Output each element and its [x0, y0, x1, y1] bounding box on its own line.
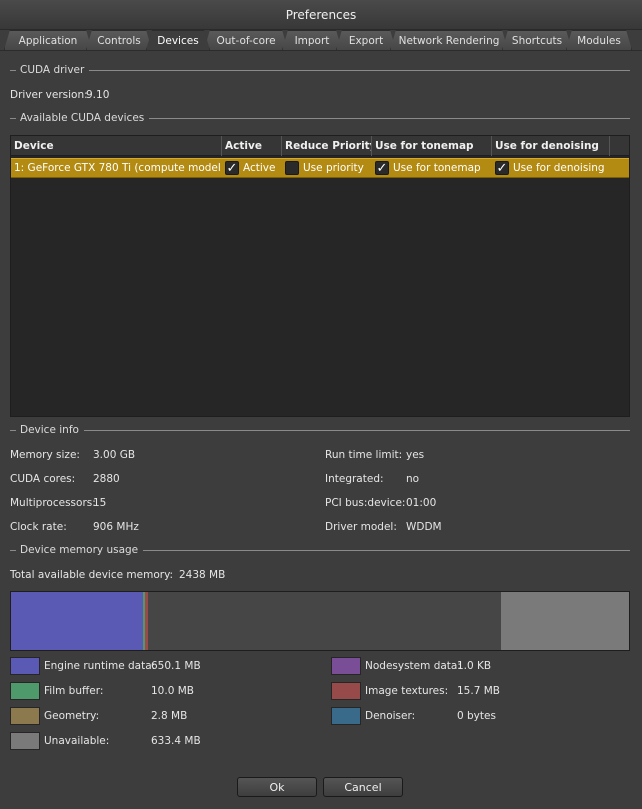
- denoiser-value: 0 bytes: [457, 710, 496, 722]
- tab-out-of-core[interactable]: Out-of-core: [204, 30, 288, 50]
- denoiser-swatch: [331, 707, 361, 725]
- pci-bus-value: 01:00: [406, 497, 437, 509]
- engine-runtime-value: 650.1 MB: [151, 660, 201, 672]
- driver-model-value: WDDM: [406, 521, 442, 533]
- nodesystem-label: Nodesystem data:: [365, 660, 461, 672]
- section-title: CUDA driver: [20, 64, 85, 76]
- active-checkbox[interactable]: ✓: [225, 161, 239, 175]
- run-time-limit-value: yes: [406, 449, 425, 461]
- tab-devices[interactable]: Devices: [146, 30, 210, 50]
- film-buffer-label: Film buffer:: [44, 685, 104, 697]
- tab-application[interactable]: Application: [4, 30, 92, 50]
- memory-size-label: Memory size:: [10, 449, 80, 461]
- active-checkbox-label: Active: [243, 162, 276, 174]
- denoiser-label: Denoiser:: [365, 710, 416, 722]
- cuda-driver-section-header: CUDA driver: [10, 63, 630, 77]
- geometry-value: 2.8 MB: [151, 710, 188, 722]
- active-cell: ✓ Active: [222, 159, 282, 177]
- tab-shortcuts[interactable]: Shortcuts: [502, 30, 572, 50]
- unavailable-value: 633.4 MB: [151, 735, 201, 747]
- column-header-reduce-priority[interactable]: Reduce Priority: [282, 136, 372, 156]
- table-row[interactable]: 1: GeForce GTX 780 Ti (compute model 3.5…: [11, 158, 629, 178]
- tonemap-checkbox-label: Use for tonemap: [393, 162, 481, 174]
- tab-export[interactable]: Export: [336, 30, 396, 50]
- memory-size-value: 3.00 GB: [93, 449, 136, 461]
- tonemap-cell: ✓ Use for tonemap: [372, 159, 492, 177]
- integrated-label: Integrated:: [325, 473, 384, 485]
- driver-model-label: Driver model:: [325, 521, 397, 533]
- memory-usage-section-header: Device memory usage: [10, 543, 630, 557]
- denoising-cell: ✓ Use for denoising: [492, 159, 610, 177]
- cancel-button[interactable]: Cancel: [323, 777, 403, 797]
- memory-segment-free: [148, 592, 501, 650]
- column-header-active[interactable]: Active: [222, 136, 282, 156]
- clock-rate-label: Clock rate:: [10, 521, 67, 533]
- tab-import[interactable]: Import: [282, 30, 342, 50]
- column-header-denoising[interactable]: Use for denoising: [492, 136, 610, 156]
- tab-controls[interactable]: Controls: [86, 30, 152, 50]
- column-header-device[interactable]: Device: [11, 136, 222, 156]
- driver-version-label: Driver version:: [10, 89, 88, 101]
- memory-segment-unavailable: [500, 592, 629, 650]
- unavailable-swatch: [10, 732, 40, 750]
- geometry-label: Geometry:: [44, 710, 100, 722]
- pci-bus-label: PCI bus:device:: [325, 497, 406, 509]
- tab-modules[interactable]: Modules: [566, 30, 632, 50]
- section-title: Device memory usage: [20, 544, 139, 556]
- table-header: Device Active Reduce Priority Use for to…: [11, 136, 629, 156]
- film-buffer-swatch: [10, 682, 40, 700]
- available-devices-section-header: Available CUDA devices: [10, 111, 630, 125]
- integrated-value: no: [406, 473, 420, 485]
- driver-version-value: 9.10: [86, 89, 110, 101]
- window-titlebar: Preferences: [0, 0, 642, 30]
- section-title: Device info: [20, 424, 79, 436]
- run-time-limit-label: Run time limit:: [325, 449, 403, 461]
- column-header-tonemap[interactable]: Use for tonemap: [372, 136, 492, 156]
- priority-cell: Use priority: [282, 159, 372, 177]
- denoising-checkbox[interactable]: ✓: [495, 161, 509, 175]
- nodesystem-value: 1.0 KB: [457, 660, 492, 672]
- device-info-section-header: Device info: [10, 423, 630, 437]
- memory-segment-engine: [11, 592, 143, 650]
- unavailable-label: Unavailable:: [44, 735, 110, 747]
- clock-rate-value: 906 MHz: [93, 521, 139, 533]
- tonemap-checkbox[interactable]: ✓: [375, 161, 389, 175]
- image-textures-swatch: [331, 682, 361, 700]
- denoising-checkbox-label: Use for denoising: [513, 162, 605, 174]
- section-title: Available CUDA devices: [20, 112, 145, 124]
- preferences-tab-bar: Application Controls Devices Out-of-core…: [4, 30, 638, 50]
- nodesystem-swatch: [331, 657, 361, 675]
- multiprocessors-value: 15: [93, 497, 107, 509]
- image-textures-label: Image textures:: [365, 685, 449, 697]
- tab-network-rendering[interactable]: Network Rendering: [390, 30, 508, 50]
- window-title: Preferences: [285, 7, 357, 22]
- cuda-devices-table: Device Active Reduce Priority Use for to…: [10, 135, 630, 417]
- cuda-cores-value: 2880: [93, 473, 120, 485]
- device-name-cell: 1: GeForce GTX 780 Ti (compute model 3.5…: [14, 162, 222, 174]
- film-buffer-value: 10.0 MB: [151, 685, 194, 697]
- memory-usage-bar: [10, 591, 630, 651]
- geometry-swatch: [10, 707, 40, 725]
- priority-checkbox[interactable]: [285, 161, 299, 175]
- total-memory-value: 2438 MB: [179, 569, 226, 581]
- engine-runtime-label: Engine runtime data:: [44, 660, 156, 672]
- total-memory-label: Total available device memory:: [10, 569, 174, 581]
- devices-panel: CUDA driver Driver version: 9.10 Availab…: [0, 50, 642, 809]
- image-textures-value: 15.7 MB: [457, 685, 500, 697]
- multiprocessors-label: Multiprocessors:: [10, 497, 96, 509]
- engine-runtime-swatch: [10, 657, 40, 675]
- cuda-cores-label: CUDA cores:: [10, 473, 76, 485]
- ok-button[interactable]: Ok: [237, 777, 317, 797]
- priority-checkbox-label: Use priority: [303, 162, 364, 174]
